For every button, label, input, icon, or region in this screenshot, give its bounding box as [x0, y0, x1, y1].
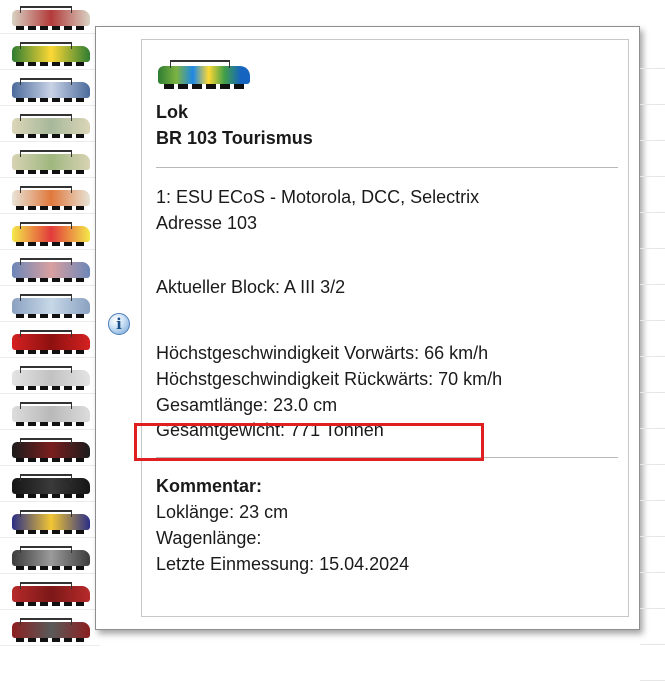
grid-line — [640, 284, 665, 285]
separator — [156, 167, 618, 168]
grid-line — [640, 68, 665, 69]
locomotive-list-item[interactable] — [0, 248, 100, 286]
locomotive-thumbnail — [12, 78, 90, 102]
locomotive-thumbnail — [12, 150, 90, 174]
grid-line — [640, 464, 665, 465]
locomotive-thumbnail — [12, 222, 90, 246]
locomotive-thumbnail — [12, 546, 90, 570]
locomotive-image — [158, 60, 250, 89]
locomotive-list-item[interactable] — [0, 68, 100, 106]
locomotive-thumbnail — [12, 474, 90, 498]
grid-line — [640, 104, 665, 105]
comment-last-measure: Letzte Einmessung: 15.04.2024 — [156, 554, 410, 574]
locomotive-tooltip: i Lok BR 103 Tourismus 1: ESU ECoS - Mot… — [95, 26, 640, 630]
locomotive-list-item[interactable] — [0, 104, 100, 142]
locomotive-list-item[interactable] — [0, 536, 100, 574]
grid-line — [640, 500, 665, 501]
locomotive-list-item[interactable] — [0, 608, 100, 646]
locomotive-list-item[interactable] — [0, 320, 100, 358]
grid-line — [640, 248, 665, 249]
locomotive-list-item[interactable] — [0, 356, 100, 394]
locomotive-list-item[interactable] — [0, 500, 100, 538]
locomotive-thumbnail — [12, 330, 90, 354]
locomotive-list-item[interactable] — [0, 140, 100, 178]
loco-name: BR 103 Tourismus — [156, 128, 313, 148]
locomotive-list-item[interactable] — [0, 0, 100, 34]
grid-line — [640, 572, 665, 573]
current-block-line: Aktueller Block: A III 3/2 — [156, 277, 346, 297]
locomotive-thumbnail — [12, 402, 90, 426]
grid-line — [640, 176, 665, 177]
grid-line — [640, 392, 665, 393]
loco-type-label: Lok — [156, 102, 189, 122]
grid-line — [640, 212, 665, 213]
highlight-box — [134, 423, 484, 461]
locomotive-thumbnail — [12, 618, 90, 642]
locomotive-list — [0, 0, 100, 646]
locomotive-list-item[interactable] — [0, 428, 100, 466]
locomotive-list-item[interactable] — [0, 176, 100, 214]
comment-wagon-length: Wagenlänge: — [156, 528, 262, 548]
locomotive-thumbnail — [12, 258, 90, 282]
locomotive-thumbnail — [12, 366, 90, 390]
grid-line — [640, 428, 665, 429]
locomotive-list-item[interactable] — [0, 572, 100, 610]
vmax-backward-line: Höchstgeschwindigkeit Rückwärts: 70 km/h — [156, 369, 503, 389]
total-length-line: Gesamtlänge: 23.0 cm — [156, 395, 338, 415]
comment-loco-length: Loklänge: 23 cm — [156, 502, 289, 522]
locomotive-thumbnail — [12, 582, 90, 606]
locomotive-list-item[interactable] — [0, 212, 100, 250]
locomotive-thumbnail — [12, 294, 90, 318]
locomotive-thumbnail — [12, 6, 90, 30]
grid-line — [640, 320, 665, 321]
locomotive-thumbnail — [12, 186, 90, 210]
grid-line — [640, 536, 665, 537]
tooltip-content-panel: Lok BR 103 Tourismus 1: ESU ECoS - Motor… — [141, 39, 629, 617]
address-line: Adresse 103 — [156, 213, 258, 233]
grid-line — [640, 356, 665, 357]
grid-line — [640, 608, 665, 609]
right-panel-background — [640, 0, 665, 646]
locomotive-thumbnail — [12, 510, 90, 534]
info-icon: i — [108, 313, 130, 335]
locomotive-list-item[interactable] — [0, 284, 100, 322]
grid-line — [640, 644, 665, 645]
locomotive-thumbnail — [12, 114, 90, 138]
locomotive-list-item[interactable] — [0, 464, 100, 502]
locomotive-thumbnail — [12, 42, 90, 66]
locomotive-list-item[interactable] — [0, 32, 100, 70]
locomotive-thumbnail — [12, 438, 90, 462]
vmax-forward-line: Höchstgeschwindigkeit Vorwärts: 66 km/h — [156, 343, 489, 363]
locomotive-list-item[interactable] — [0, 392, 100, 430]
comment-header: Kommentar: — [156, 476, 263, 496]
decoder-line: 1: ESU ECoS - Motorola, DCC, Selectrix — [156, 187, 480, 207]
grid-line — [640, 140, 665, 141]
